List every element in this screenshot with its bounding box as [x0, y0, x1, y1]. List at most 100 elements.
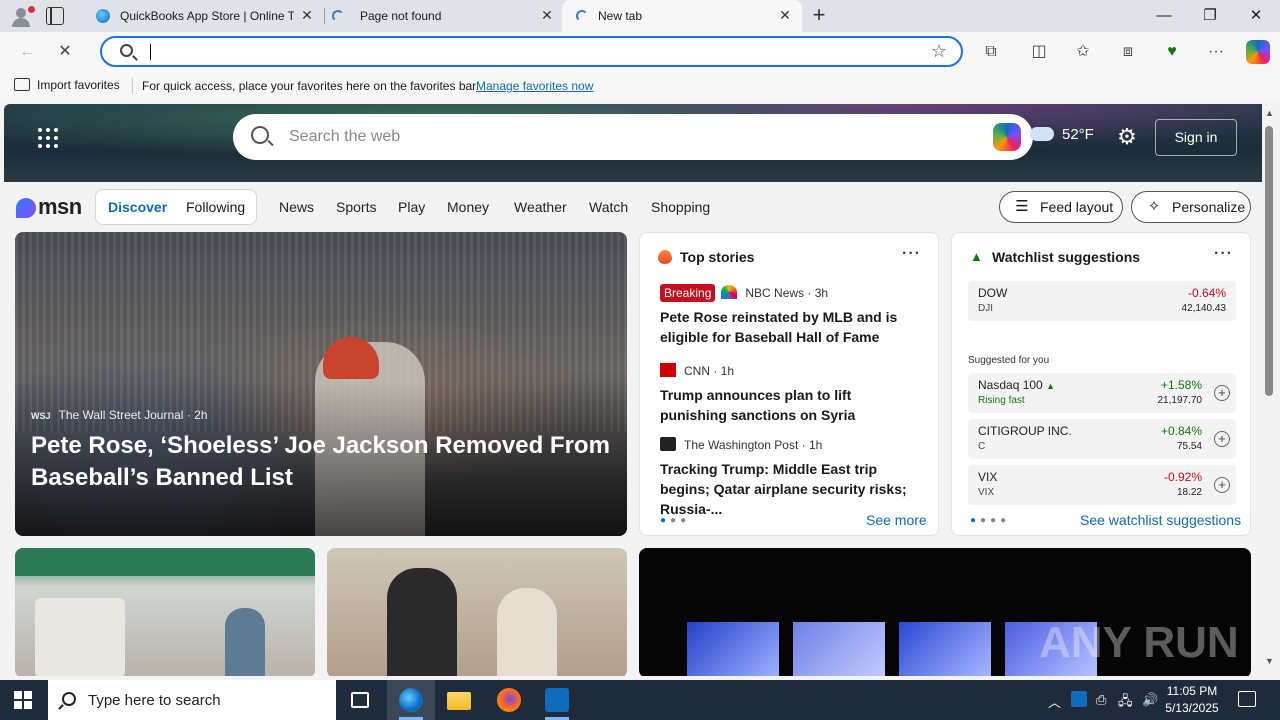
story-item[interactable]: The Washington Post · 1h Tracking Trump:… — [660, 435, 920, 519]
import-favorites-button[interactable]: Import favorites — [14, 78, 120, 92]
trend-up-icon: ▲ — [970, 249, 983, 264]
watchlist-panel: ▲ Watchlist suggestions ··· DOW DJI -0.6… — [951, 232, 1251, 536]
address-input[interactable] — [156, 42, 916, 62]
show-hidden-icons-icon[interactable]: ︿ — [1048, 692, 1061, 711]
tab-page-not-found[interactable]: Page not found ✕ — [324, 0, 562, 32]
tab-new-tab[interactable]: New tab ✕ — [562, 0, 802, 32]
suggested-label: Suggested for you — [968, 355, 1050, 366]
hero-story-card[interactable]: WSJ The Wall Street Journal · 2h Pete Ros… — [15, 232, 627, 536]
nav-play[interactable]: Play — [398, 199, 425, 215]
msn-butterfly-icon — [16, 198, 36, 218]
favbar-divider — [132, 78, 133, 94]
outlook-tray-icon[interactable] — [1071, 691, 1087, 707]
partly-cloudy-icon — [1030, 127, 1054, 141]
sign-in-button[interactable]: Sign in — [1155, 119, 1237, 156]
story-item[interactable]: CNN · 1h Trump announces plan to lift pu… — [660, 361, 920, 425]
import-icon — [14, 78, 30, 91]
favorites-hint: For quick access, place your favorites h… — [142, 79, 479, 93]
trend-up-icon: ▲ — [1046, 381, 1055, 391]
hero-headline[interactable]: Pete Rose, ‘Shoeless’ Joe Jackson Remove… — [31, 430, 611, 494]
close-window-icon[interactable]: ✕ — [1246, 6, 1266, 26]
network-icon[interactable]: 🖧 — [1118, 692, 1133, 714]
collections-icon[interactable]: ⧈ — [1117, 41, 1139, 63]
tab-actions-icon[interactable] — [46, 7, 64, 25]
copilot-icon[interactable] — [993, 123, 1021, 151]
manage-favorites-link[interactable]: Manage favorites now — [476, 79, 593, 93]
tab-discover[interactable]: Discover — [108, 199, 167, 215]
address-bar[interactable]: ☆ — [100, 36, 963, 67]
video-card[interactable]: ANY RUN — [639, 548, 1251, 676]
minimize-icon[interactable]: — — [1154, 6, 1174, 26]
news-card-image[interactable] — [15, 548, 315, 676]
story-item[interactable]: Breaking NBC News · 3h Pete Rose reinstat… — [660, 283, 920, 347]
extensions-icon[interactable]: ⧉ — [980, 41, 1002, 63]
personalize-button[interactable]: ✧ Personalize — [1131, 191, 1251, 223]
browser-essentials-icon[interactable]: ♥ — [1161, 41, 1183, 63]
news-card-image[interactable] — [327, 548, 627, 676]
apps-launcher-icon[interactable] — [38, 128, 58, 148]
see-watchlist-suggestions-link[interactable]: See watchlist suggestions — [1080, 512, 1241, 528]
nav-sports[interactable]: Sports — [336, 199, 376, 215]
quote-row-dow[interactable]: DOW DJI -0.64% 42,140.43 — [968, 281, 1236, 321]
system-clock[interactable]: 11:05 PM 5/13/2025 — [1160, 683, 1224, 717]
feed-layout-button[interactable]: ☰ Feed layout — [999, 191, 1123, 223]
close-tab-icon[interactable]: ✕ — [300, 8, 314, 22]
see-more-link[interactable]: See more — [866, 512, 927, 528]
file-explorer-icon[interactable] — [435, 680, 483, 720]
search-placeholder: Search the web — [289, 128, 401, 145]
watermark: ANY RUN — [1039, 618, 1239, 667]
web-search-box[interactable]: Search the web — [233, 114, 1033, 160]
favorites-icon[interactable]: ✩ — [1072, 41, 1094, 63]
more-options-icon[interactable]: ··· — [902, 245, 921, 263]
quote-row-citigroup[interactable]: CITIGROUP INC. C +0.84% 75.54 + — [968, 419, 1236, 459]
split-screen-icon[interactable]: ◫ — [1028, 41, 1050, 63]
profile-avatar-icon[interactable] — [8, 4, 35, 28]
tab-strip: QuickBooks App Store | Online To ✕ Page … — [0, 0, 1280, 32]
taskbar-search-box[interactable]: Type here to search — [48, 680, 336, 720]
volume-icon[interactable]: 🔊 — [1142, 692, 1158, 708]
firefox-icon[interactable] — [485, 680, 533, 720]
outlook-icon[interactable] — [533, 680, 581, 720]
new-tab-button[interactable]: + — [808, 4, 830, 27]
back-icon[interactable]: ← — [16, 41, 38, 63]
tab-following[interactable]: Following — [186, 199, 245, 215]
search-icon — [120, 44, 133, 57]
quote-row-vix[interactable]: VIX VIX -0.92% 18.22 + — [968, 465, 1236, 505]
edge-taskbar-icon[interactable] — [387, 680, 435, 720]
tab-quickbooks[interactable]: QuickBooks App Store | Online To ✕ — [84, 0, 322, 32]
nav-weather[interactable]: Weather — [514, 199, 567, 215]
nav-watch[interactable]: Watch — [589, 199, 628, 215]
nav-shopping[interactable]: Shopping — [651, 199, 710, 215]
windows-start-icon[interactable] — [14, 691, 32, 709]
wapo-logo-icon — [660, 437, 676, 451]
copilot-icon[interactable] — [1246, 40, 1270, 64]
close-tab-icon[interactable]: ✕ — [540, 8, 554, 22]
device-icon[interactable]: ⎙ — [1096, 692, 1106, 708]
restore-icon[interactable]: ❐ — [1200, 6, 1220, 26]
notification-center-icon[interactable] — [1238, 691, 1256, 707]
nbc-logo-icon — [721, 285, 738, 299]
quote-row-nasdaq[interactable]: Nasdaq 100 ▲ Rising fast +1.58% 21,197.7… — [968, 373, 1236, 413]
weather-widget[interactable]: 52°F — [1030, 126, 1094, 143]
msn-logo[interactable]: msn — [16, 194, 82, 222]
favorite-star-icon[interactable]: ☆ — [931, 41, 947, 62]
add-to-watchlist-icon[interactable]: + — [1214, 477, 1230, 493]
page-scrollbar[interactable]: ▲ ▼ — [1262, 104, 1278, 676]
nav-money[interactable]: Money — [447, 199, 489, 215]
nav-news[interactable]: News — [279, 199, 314, 215]
scroll-thumb[interactable] — [1265, 126, 1273, 396]
pagination-dots[interactable]: ●●●● — [970, 515, 1010, 526]
cnn-logo-icon — [660, 363, 676, 377]
stop-loading-icon[interactable]: ✕ — [54, 41, 76, 63]
page-settings-icon[interactable]: ⚙ — [1116, 126, 1138, 148]
task-view-icon[interactable] — [336, 680, 384, 720]
add-to-watchlist-icon[interactable]: + — [1214, 385, 1230, 401]
pagination-dots[interactable]: ●●● — [660, 515, 690, 526]
settings-more-icon[interactable]: ··· — [1205, 41, 1227, 63]
scroll-up-icon[interactable]: ▲ — [1265, 108, 1274, 118]
sliders-icon: ☰ — [1015, 198, 1029, 215]
scroll-down-icon[interactable]: ▼ — [1265, 656, 1274, 666]
close-tab-icon[interactable]: ✕ — [778, 8, 792, 22]
add-to-watchlist-icon[interactable]: + — [1214, 431, 1230, 447]
more-options-icon[interactable]: ··· — [1214, 245, 1233, 263]
